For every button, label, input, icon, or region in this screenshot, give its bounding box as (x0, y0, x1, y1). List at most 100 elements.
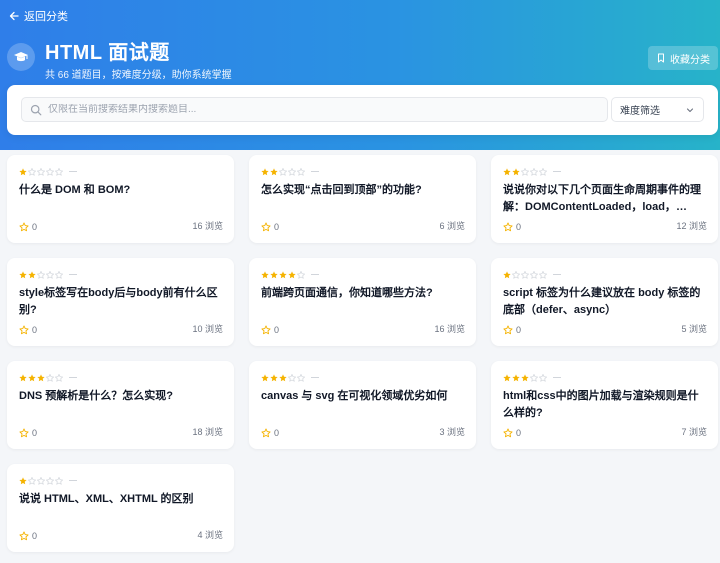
arrow-left-icon (9, 11, 19, 21)
star-filled-icon (521, 373, 529, 381)
search-input[interactable] (48, 104, 607, 115)
favorite-count[interactable]: 0 (503, 222, 521, 232)
star-outline-icon (19, 222, 29, 232)
star-empty-icon (46, 270, 54, 279)
view-count: 6 浏览 (439, 221, 465, 231)
difficulty-stars (503, 373, 561, 382)
page-subtitle: 共 66 道题目，按难度分级，助你系统掌握 (45, 70, 232, 81)
star-outline-icon (503, 325, 513, 335)
star-empty-icon (55, 373, 63, 382)
favorite-count[interactable]: 0 (19, 531, 37, 541)
favorite-count[interactable]: 0 (261, 222, 279, 232)
view-count: 4 浏览 (197, 530, 223, 540)
divider (553, 377, 561, 378)
star-empty-icon (37, 476, 45, 485)
star-outline-icon (19, 428, 29, 438)
star-empty-icon (288, 167, 296, 176)
favorite-count-value: 0 (274, 428, 280, 438)
question-title: script 标签为什么建议放在 body 标签的底部（defer、async） (503, 287, 701, 316)
star-outline-icon (261, 325, 271, 335)
star-empty-icon (46, 373, 54, 382)
star-filled-icon (503, 373, 511, 381)
star-empty-icon (530, 270, 538, 279)
search-box[interactable] (21, 97, 608, 122)
view-count: 5 浏览 (681, 324, 707, 334)
divider (311, 274, 319, 275)
favorite-count-value: 0 (516, 222, 522, 232)
difficulty-stars (261, 270, 319, 279)
favorite-category-button[interactable]: 收藏分类 (648, 46, 718, 70)
favorite-count[interactable]: 0 (503, 428, 521, 438)
favorite-count-value: 0 (274, 222, 280, 232)
divider (553, 274, 561, 275)
star-filled-icon (270, 167, 278, 175)
page-title: HTML 面试题 (45, 42, 170, 64)
view-count: 18 浏览 (192, 427, 223, 437)
question-card[interactable]: script 标签为什么建议放在 body 标签的底部（defer、async）… (491, 258, 718, 346)
bookmark-icon (658, 53, 664, 63)
question-card[interactable]: html和css中的图片加载与渲染规则是什么样的? 0 7 浏览 (491, 361, 718, 449)
favorite-count-value: 0 (32, 531, 38, 541)
favorite-count[interactable]: 0 (19, 222, 37, 232)
question-title: 怎么实现“点击回到顶部”的功能? (261, 184, 422, 196)
divider (69, 377, 77, 378)
favorite-count[interactable]: 0 (503, 325, 521, 335)
question-card[interactable]: style标签写在body后与body前有什么区别? 0 10 浏览 (7, 258, 234, 346)
favorite-category-label: 收藏分类 (670, 54, 710, 66)
star-filled-icon (279, 373, 287, 381)
view-count: 12 浏览 (676, 221, 707, 231)
back-link[interactable]: 返回分类 (8, 8, 68, 24)
divider (69, 480, 77, 481)
question-title: style标签写在body后与body前有什么区别? (19, 287, 218, 316)
star-filled-icon (28, 373, 36, 381)
star-empty-icon (539, 373, 547, 382)
question-card[interactable]: canvas 与 svg 在可视化领域优劣如何 0 3 浏览 (249, 361, 476, 449)
favorite-count-value: 0 (32, 222, 38, 232)
view-count: 10 浏览 (192, 324, 223, 334)
star-filled-icon (279, 270, 287, 278)
star-outline-icon (503, 428, 513, 438)
view-count: 3 浏览 (439, 427, 465, 437)
question-card[interactable]: 说说你对以下几个页面生命周期事件的理解：DOMContentLoaded，loa… (491, 155, 718, 243)
star-empty-icon (539, 270, 547, 279)
favorite-count[interactable]: 0 (261, 428, 279, 438)
star-empty-icon (297, 167, 305, 176)
favorite-count-value: 0 (516, 325, 522, 335)
star-empty-icon (37, 167, 45, 176)
star-filled-icon (28, 270, 36, 278)
star-empty-icon (279, 167, 287, 176)
star-filled-icon (270, 270, 278, 278)
favorite-count[interactable]: 0 (261, 325, 279, 335)
star-filled-icon (261, 373, 269, 381)
favorite-count-value: 0 (32, 428, 38, 438)
divider (311, 171, 319, 172)
divider (553, 171, 561, 172)
question-title: 什么是 DOM 和 BOM? (19, 184, 131, 196)
chevron-down-icon (686, 107, 694, 112)
star-empty-icon (28, 167, 36, 176)
question-card[interactable]: 前端跨页面通信，你知道哪些方法? 0 16 浏览 (249, 258, 476, 346)
difficulty-select[interactable]: 难度筛选 (611, 97, 704, 122)
search-icon (30, 104, 42, 115)
favorite-count-value: 0 (516, 428, 522, 438)
star-filled-icon (288, 270, 296, 278)
question-card[interactable]: DNS 预解析是什么？怎么实现? 0 18 浏览 (7, 361, 234, 449)
star-empty-icon (46, 476, 54, 485)
question-card[interactable]: 说说 HTML、XML、XHTML 的区别 0 4 浏览 (7, 464, 234, 552)
favorite-count[interactable]: 0 (19, 325, 37, 335)
star-filled-icon (503, 167, 511, 175)
star-outline-icon (19, 531, 29, 541)
star-filled-icon (19, 167, 27, 175)
favorite-count[interactable]: 0 (19, 428, 37, 438)
star-empty-icon (46, 167, 54, 176)
question-card[interactable]: 怎么实现“点击回到顶部”的功能? 0 6 浏览 (249, 155, 476, 243)
star-empty-icon (37, 270, 45, 279)
question-title: canvas 与 svg 在可视化领域优劣如何 (261, 390, 448, 402)
star-filled-icon (261, 270, 269, 278)
divider (311, 377, 319, 378)
question-card[interactable]: 什么是 DOM 和 BOM? 0 16 浏览 (7, 155, 234, 243)
difficulty-stars (19, 167, 77, 176)
star-filled-icon (270, 373, 278, 381)
star-filled-icon (37, 373, 45, 381)
star-empty-icon (530, 167, 538, 176)
